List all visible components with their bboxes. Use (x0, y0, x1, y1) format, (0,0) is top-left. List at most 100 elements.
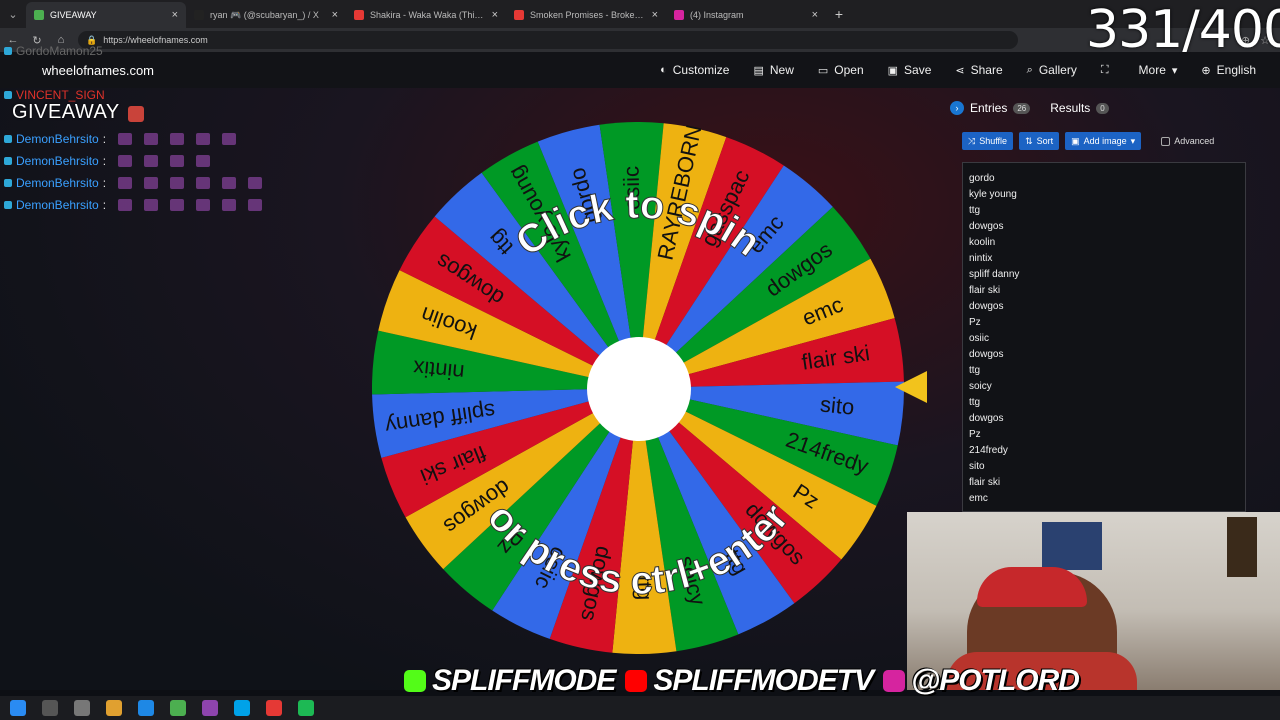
menu-item-label: Gallery (1038, 63, 1077, 77)
entry-line[interactable]: dowgos (969, 299, 1239, 315)
folder-icon[interactable] (106, 700, 122, 716)
entry-line[interactable]: osiic (969, 331, 1239, 347)
advanced-toggle[interactable]: Advanced (1161, 136, 1214, 146)
entry-line[interactable]: kyle young (969, 187, 1239, 203)
menu-item-save[interactable]: ▣ Save (888, 63, 932, 77)
emote-icon (144, 199, 159, 211)
add-image-button[interactable]: ▣ Add image ▾ (1065, 132, 1142, 150)
tab-title: GIVEAWAY (50, 10, 97, 20)
entry-line[interactable]: sito (969, 459, 1239, 475)
social-handle-text: SPLIFFMODE (432, 664, 616, 697)
entry-line[interactable]: emc (969, 491, 1239, 507)
menu-item-english[interactable]: ⊕ English (1201, 63, 1256, 77)
entry-line[interactable]: spliff danny (969, 267, 1239, 283)
menu-item-label: Share (970, 63, 1003, 77)
browser-tab[interactable]: Shakira - Waka Waka (This Tim × (346, 2, 506, 28)
chevron-down-icon: ▾ (1130, 135, 1136, 146)
gift-icon (128, 106, 144, 122)
close-tab-icon[interactable]: × (172, 9, 178, 21)
tab-results[interactable]: Results 0 (1044, 98, 1114, 118)
entry-line[interactable]: gordo (969, 171, 1239, 187)
shuffle-button[interactable]: ⤨ Shuffle (962, 132, 1014, 150)
entry-line[interactable]: nintix (969, 251, 1239, 267)
chat-username: GordoMamon25 (16, 44, 103, 58)
entry-line[interactable]: Pz (969, 427, 1239, 443)
wheel-center[interactable] (587, 337, 691, 441)
wheel-pointer-icon (895, 371, 927, 403)
app-icon[interactable] (298, 700, 314, 716)
sort-label: Sort (1036, 136, 1054, 146)
entries-textarea[interactable]: gordo kyle young ttg dowgos koolin nintix spli… (962, 162, 1246, 512)
address-bar[interactable]: 🔒 https://wheelofnames.com (78, 31, 1018, 49)
entry-line[interactable]: dowgos (969, 411, 1239, 427)
tab-favicon-icon (354, 10, 364, 20)
emote-icon (170, 133, 185, 145)
menu-item-open[interactable]: ▭ Open (818, 63, 864, 77)
wheel[interactable]: gordo osiic RAYREBORN gasspac emc dowgos emc fl… (372, 122, 904, 654)
menu-item-gallery[interactable]: ⌕ Gallery (1027, 63, 1077, 77)
chat-badge-icon (4, 157, 12, 165)
menu-item-new[interactable]: ▤ New (753, 63, 793, 77)
emote-icon (222, 199, 237, 211)
emote-icon (248, 177, 263, 189)
close-tab-icon[interactable]: × (492, 9, 498, 21)
edge-icon[interactable] (234, 700, 250, 716)
store-icon[interactable] (138, 700, 154, 716)
menu-item-more[interactable]: More ▾ (1139, 63, 1178, 77)
browser-tab[interactable]: GIVEAWAY × (26, 2, 186, 28)
chat-badge-icon (4, 91, 12, 99)
app-icon[interactable] (170, 700, 186, 716)
shuffle-icon: ⤨ (968, 135, 976, 146)
tab-menu-chevron-icon[interactable]: ⌄ (0, 0, 26, 28)
entry-line[interactable]: dowgos (969, 347, 1239, 363)
sort-button[interactable]: ⇅ Sort (1019, 132, 1060, 150)
windows-start-icon[interactable] (10, 700, 26, 716)
advanced-checkbox[interactable] (1161, 136, 1171, 146)
emote-icon (196, 133, 211, 145)
panel-tabs: › Entries 26 Results 0 (944, 98, 1115, 118)
tab-title: Smoken Promises - Broken Promi (530, 10, 646, 20)
browser-tab[interactable]: ryan 🎮 (@scubaryan_) / X × (186, 2, 346, 28)
site-logo[interactable]: wheelofnames.com (42, 63, 154, 78)
tab-entries[interactable]: › Entries 26 (944, 98, 1036, 118)
entry-line[interactable]: 214fredy (969, 443, 1239, 459)
emote-icon (248, 199, 263, 211)
entry-line[interactable]: ttg (969, 363, 1239, 379)
emote-icon (196, 155, 211, 167)
palette-icon: ◐ (660, 64, 667, 76)
entry-line[interactable]: soicy (969, 379, 1239, 395)
fullscreen-icon: ⛶ (1100, 63, 1109, 76)
entry-line[interactable]: flair ski (969, 283, 1239, 299)
entry-line[interactable]: ttg (969, 395, 1239, 411)
search-icon[interactable] (42, 700, 58, 716)
entry-line[interactable]: ttg (969, 203, 1239, 219)
tab-title: ryan 🎮 (@scubaryan_) / X (210, 9, 319, 20)
emote-icon (196, 199, 211, 211)
browser-tab[interactable]: Smoken Promises - Broken Promi × (506, 2, 666, 28)
chat-separator: : (102, 154, 107, 168)
wall-banner (1227, 517, 1257, 577)
browser-tab[interactable]: (4) Instagram × (666, 2, 826, 28)
menu-item-label: English (1216, 63, 1256, 77)
social-handle: @POTLORD (883, 664, 1080, 698)
menu-item-fullscreen[interactable]: ⛶ (1101, 64, 1115, 77)
task-view-icon[interactable] (74, 700, 90, 716)
chat-message: DemonBehrsito: (4, 132, 237, 146)
youtube-icon (625, 670, 648, 692)
menu-item-share[interactable]: ⋖ Share (955, 63, 1002, 77)
emote-icon (170, 177, 185, 189)
new-tab-button[interactable]: + (826, 6, 852, 22)
close-tab-icon[interactable]: × (652, 9, 658, 21)
tab-favicon-icon (674, 10, 684, 20)
close-tab-icon[interactable]: × (332, 9, 338, 21)
entry-line[interactable]: flair ski (969, 475, 1239, 491)
entry-line[interactable]: dowgos (969, 219, 1239, 235)
chat-message: DemonBehrsito: (4, 176, 263, 190)
chrome-icon[interactable] (266, 700, 282, 716)
menu-item-customize[interactable]: ◐ Customize (660, 63, 729, 77)
app-icon[interactable] (202, 700, 218, 716)
entry-line[interactable]: Pz (969, 315, 1239, 331)
chat-badge-icon (4, 179, 12, 187)
entry-line[interactable]: koolin (969, 235, 1239, 251)
close-tab-icon[interactable]: × (812, 9, 818, 21)
